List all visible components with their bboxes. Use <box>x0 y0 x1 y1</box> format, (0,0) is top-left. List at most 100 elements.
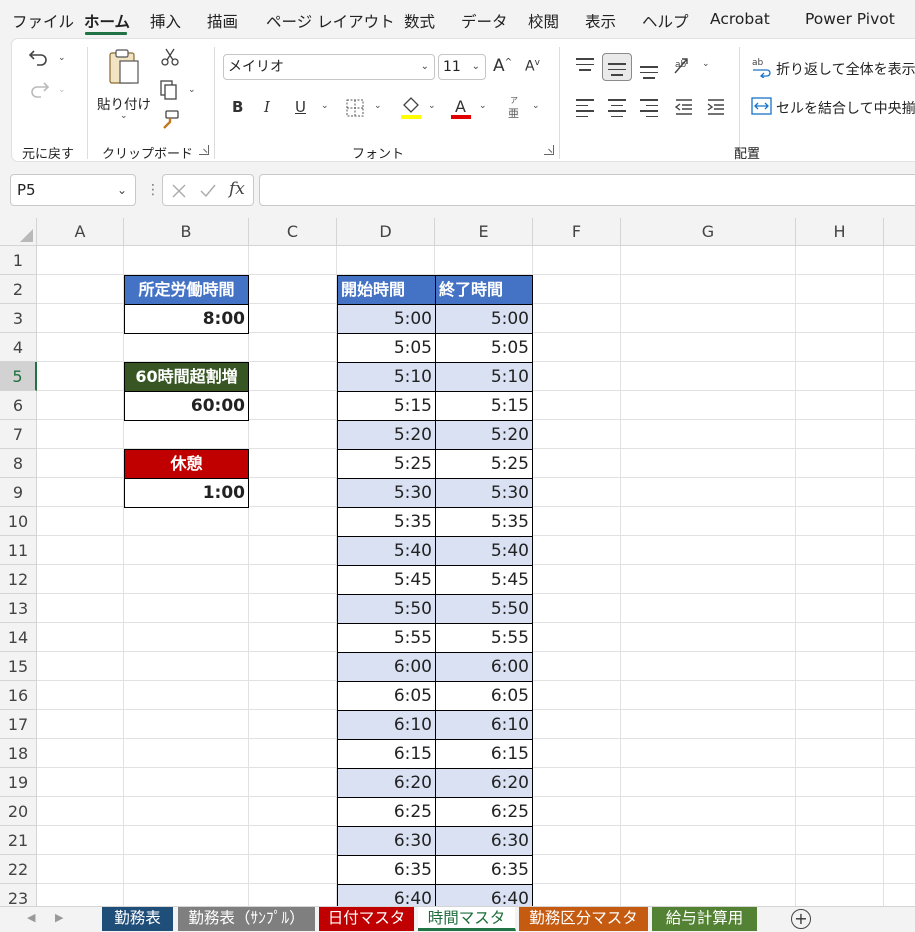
copy-dropdown-icon[interactable]: ⌄ <box>188 85 196 95</box>
align-middle-icon[interactable] <box>608 63 626 80</box>
start-time-cell[interactable]: 6:30 <box>337 826 436 856</box>
cell[interactable] <box>37 826 124 855</box>
tab-acrobat[interactable]: Acrobat <box>710 10 770 28</box>
start-time-cell[interactable]: 6:05 <box>337 681 436 711</box>
cell[interactable] <box>884 594 915 623</box>
cell[interactable] <box>621 420 796 449</box>
cell[interactable] <box>533 362 621 391</box>
end-time-cell[interactable]: 6:15 <box>435 739 533 769</box>
start-time-cell[interactable]: 5:20 <box>337 420 436 450</box>
cell[interactable] <box>124 768 249 797</box>
redo-dropdown-icon[interactable]: ⌄ <box>58 85 66 95</box>
cell[interactable] <box>621 333 796 362</box>
time-table-header-end[interactable]: 終了時間 <box>435 275 533 305</box>
cell[interactable] <box>533 478 621 507</box>
borders-icon[interactable] <box>345 98 365 118</box>
cell[interactable] <box>435 246 533 275</box>
cell[interactable] <box>249 478 337 507</box>
start-time-cell[interactable]: 6:10 <box>337 710 436 740</box>
tab-draw[interactable]: 描画 <box>207 10 238 32</box>
tab-power-pivot[interactable]: Power Pivot <box>805 10 895 28</box>
row-header-14[interactable]: 14 <box>0 623 37 652</box>
orientation-dropdown-icon[interactable]: ⌄ <box>702 59 710 69</box>
end-time-cell[interactable]: 6:35 <box>435 855 533 885</box>
cell[interactable] <box>621 884 796 906</box>
cell[interactable] <box>37 652 124 681</box>
phonetic-guide-icon[interactable]: 亜 <box>508 105 519 121</box>
cell[interactable] <box>621 391 796 420</box>
start-time-cell[interactable]: 6:40 <box>337 884 436 906</box>
cell[interactable] <box>37 565 124 594</box>
cell[interactable] <box>124 246 249 275</box>
cell-b6[interactable]: 60:00 <box>124 391 249 421</box>
wrap-text-icon[interactable]: ab <box>751 56 773 78</box>
start-time-cell[interactable]: 5:55 <box>337 623 436 653</box>
enter-icon[interactable] <box>199 183 217 199</box>
cell[interactable] <box>249 594 337 623</box>
row-header-3[interactable]: 3 <box>0 304 37 333</box>
start-time-cell[interactable]: 5:30 <box>337 478 436 508</box>
cell[interactable] <box>884 304 915 333</box>
end-time-cell[interactable]: 6:40 <box>435 884 533 906</box>
borders-dropdown-icon[interactable]: ⌄ <box>374 101 382 111</box>
column-header-a[interactable]: A <box>37 218 124 246</box>
font-name-combo[interactable]: メイリオ ⌄ <box>223 54 435 80</box>
column-header-h[interactable]: H <box>796 218 884 246</box>
cell[interactable] <box>884 246 915 275</box>
cell[interactable] <box>37 362 124 391</box>
cell[interactable] <box>37 391 124 420</box>
cell[interactable] <box>796 855 884 884</box>
cell[interactable] <box>796 884 884 906</box>
cell[interactable] <box>124 536 249 565</box>
cell[interactable] <box>37 304 124 333</box>
start-time-cell[interactable]: 5:25 <box>337 449 436 479</box>
tab-page-layout[interactable]: ページ レイアウト <box>266 10 395 32</box>
cell[interactable] <box>533 594 621 623</box>
start-time-cell[interactable]: 5:10 <box>337 362 436 392</box>
row-header-19[interactable]: 19 <box>0 768 37 797</box>
end-time-cell[interactable]: 5:45 <box>435 565 533 595</box>
cell[interactable] <box>337 246 435 275</box>
row-header-22[interactable]: 22 <box>0 855 37 884</box>
cell[interactable] <box>124 652 249 681</box>
cell[interactable] <box>249 768 337 797</box>
tab-home[interactable]: ホーム <box>84 10 130 32</box>
column-header-e[interactable]: E <box>435 218 533 246</box>
row-header-5[interactable]: 5 <box>0 362 37 391</box>
row-header-17[interactable]: 17 <box>0 710 37 739</box>
cell[interactable] <box>37 623 124 652</box>
tab-view[interactable]: 表示 <box>585 10 616 32</box>
cell[interactable] <box>37 855 124 884</box>
row-header-23[interactable]: 23 <box>0 884 37 906</box>
row-header-2[interactable]: 2 <box>0 275 37 304</box>
cell[interactable] <box>249 536 337 565</box>
start-time-cell[interactable]: 6:35 <box>337 855 436 885</box>
cell[interactable] <box>621 768 796 797</box>
bold-icon[interactable]: B <box>232 98 243 116</box>
cell[interactable] <box>621 594 796 623</box>
cell[interactable] <box>796 710 884 739</box>
increase-font-size-icon[interactable]: A^ <box>493 56 512 76</box>
cell[interactable] <box>124 884 249 906</box>
align-left-icon[interactable] <box>576 99 594 121</box>
font-dialog-launcher-icon[interactable] <box>544 145 554 155</box>
start-time-cell[interactable]: 6:20 <box>337 768 436 798</box>
cancel-icon[interactable] <box>171 183 187 199</box>
cell[interactable] <box>37 797 124 826</box>
cell[interactable] <box>249 710 337 739</box>
end-time-cell[interactable]: 6:10 <box>435 710 533 740</box>
paste-button-label[interactable]: 貼り付け <box>97 93 151 113</box>
formula-input[interactable] <box>259 174 915 206</box>
tab-help[interactable]: ヘルプ <box>642 10 689 32</box>
cell[interactable] <box>621 681 796 710</box>
cell[interactable] <box>124 623 249 652</box>
column-header-d[interactable]: D <box>337 218 435 246</box>
cell[interactable] <box>124 594 249 623</box>
cell[interactable] <box>884 275 915 304</box>
cell-b3[interactable]: 8:00 <box>124 304 249 334</box>
orientation-icon[interactable]: ab <box>672 55 696 77</box>
cell[interactable] <box>884 507 915 536</box>
column-header-b[interactable]: B <box>124 218 249 246</box>
sheet-tab[interactable]: 日付マスタ <box>319 907 415 931</box>
cell[interactable] <box>533 623 621 652</box>
